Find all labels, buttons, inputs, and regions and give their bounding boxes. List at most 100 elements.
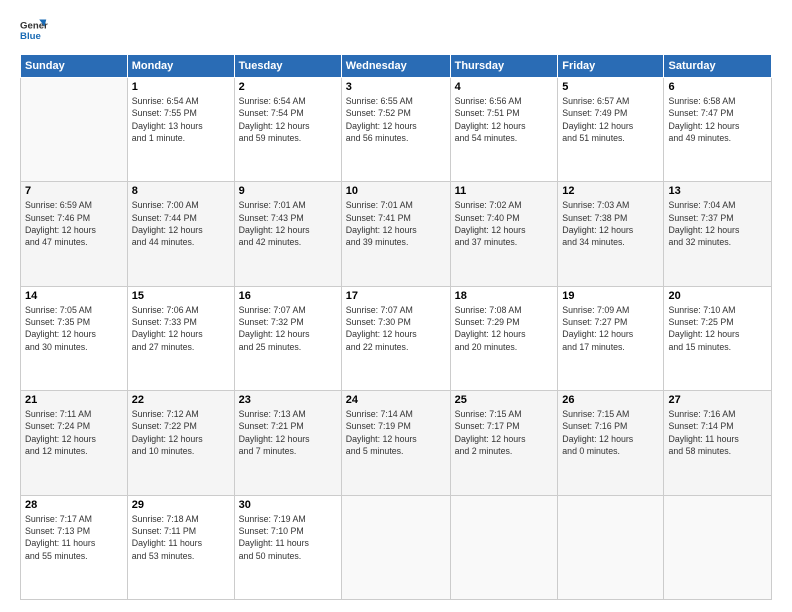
day-cell: 1 Sunrise: 6:54 AMSunset: 7:55 PMDaylight… xyxy=(127,78,234,182)
day-number: 23 xyxy=(239,394,337,406)
day-number: 28 xyxy=(25,499,123,511)
day-info: Sunrise: 7:06 AMSunset: 7:33 PMDaylight:… xyxy=(132,304,230,353)
day-header-thursday: Thursday xyxy=(450,55,558,78)
day-info: Sunrise: 6:56 AMSunset: 7:51 PMDaylight:… xyxy=(455,95,554,144)
day-info: Sunrise: 7:10 AMSunset: 7:25 PMDaylight:… xyxy=(668,304,767,353)
day-info: Sunrise: 7:17 AMSunset: 7:13 PMDaylight:… xyxy=(25,513,123,562)
day-cell: 10 Sunrise: 7:01 AMSunset: 7:41 PMDayligh… xyxy=(341,182,450,286)
day-cell: 8 Sunrise: 7:00 AMSunset: 7:44 PMDaylight… xyxy=(127,182,234,286)
day-number: 15 xyxy=(132,290,230,302)
day-cell: 26 Sunrise: 7:15 AMSunset: 7:16 PMDayligh… xyxy=(558,391,664,495)
logo-icon: General Blue xyxy=(20,16,48,44)
day-cell xyxy=(341,495,450,599)
day-number: 11 xyxy=(455,185,554,197)
day-header-sunday: Sunday xyxy=(21,55,128,78)
day-info: Sunrise: 7:07 AMSunset: 7:32 PMDaylight:… xyxy=(239,304,337,353)
day-cell: 18 Sunrise: 7:08 AMSunset: 7:29 PMDayligh… xyxy=(450,286,558,390)
week-row-1: 1 Sunrise: 6:54 AMSunset: 7:55 PMDaylight… xyxy=(21,78,772,182)
day-info: Sunrise: 7:03 AMSunset: 7:38 PMDaylight:… xyxy=(562,199,659,248)
day-cell: 16 Sunrise: 7:07 AMSunset: 7:32 PMDayligh… xyxy=(234,286,341,390)
day-info: Sunrise: 7:07 AMSunset: 7:30 PMDaylight:… xyxy=(346,304,446,353)
day-number: 18 xyxy=(455,290,554,302)
day-info: Sunrise: 7:01 AMSunset: 7:41 PMDaylight:… xyxy=(346,199,446,248)
day-cell: 11 Sunrise: 7:02 AMSunset: 7:40 PMDayligh… xyxy=(450,182,558,286)
day-info: Sunrise: 7:01 AMSunset: 7:43 PMDaylight:… xyxy=(239,199,337,248)
day-number: 8 xyxy=(132,185,230,197)
day-cell: 27Sunrise: 7:16 AMSunset: 7:14 PMDayligh… xyxy=(664,391,772,495)
day-info: Sunrise: 6:54 AMSunset: 7:55 PMDaylight:… xyxy=(132,95,230,144)
day-cell: 12 Sunrise: 7:03 AMSunset: 7:38 PMDayligh… xyxy=(558,182,664,286)
logo: General Blue xyxy=(20,16,48,44)
day-number: 22 xyxy=(132,394,230,406)
day-info: Sunrise: 7:15 AMSunset: 7:17 PMDaylight:… xyxy=(455,408,554,457)
day-info: Sunrise: 7:08 AMSunset: 7:29 PMDaylight:… xyxy=(455,304,554,353)
day-header-friday: Friday xyxy=(558,55,664,78)
day-info: Sunrise: 7:02 AMSunset: 7:40 PMDaylight:… xyxy=(455,199,554,248)
day-info: Sunrise: 7:09 AMSunset: 7:27 PMDaylight:… xyxy=(562,304,659,353)
page: General Blue SundayMondayTuesdayWednesda… xyxy=(0,0,792,612)
day-header-wednesday: Wednesday xyxy=(341,55,450,78)
day-cell: 13Sunrise: 7:04 AMSunset: 7:37 PMDayligh… xyxy=(664,182,772,286)
day-info: Sunrise: 6:55 AMSunset: 7:52 PMDaylight:… xyxy=(346,95,446,144)
days-header-row: SundayMondayTuesdayWednesdayThursdayFrid… xyxy=(21,55,772,78)
day-info: Sunrise: 7:14 AMSunset: 7:19 PMDaylight:… xyxy=(346,408,446,457)
day-info: Sunrise: 7:11 AMSunset: 7:24 PMDaylight:… xyxy=(25,408,123,457)
week-row-3: 14 Sunrise: 7:05 AMSunset: 7:35 PMDayligh… xyxy=(21,286,772,390)
day-number: 30 xyxy=(239,499,337,511)
day-cell: 24Sunrise: 7:14 AMSunset: 7:19 PMDayligh… xyxy=(341,391,450,495)
day-info: Sunrise: 7:18 AMSunset: 7:11 PMDaylight:… xyxy=(132,513,230,562)
day-info: Sunrise: 7:13 AMSunset: 7:21 PMDaylight:… xyxy=(239,408,337,457)
day-number: 3 xyxy=(346,81,446,93)
day-info: Sunrise: 7:00 AMSunset: 7:44 PMDaylight:… xyxy=(132,199,230,248)
day-cell: 29Sunrise: 7:18 AMSunset: 7:11 PMDayligh… xyxy=(127,495,234,599)
day-number: 17 xyxy=(346,290,446,302)
day-number: 10 xyxy=(346,185,446,197)
day-cell: 21 Sunrise: 7:11 AMSunset: 7:24 PMDayligh… xyxy=(21,391,128,495)
day-number: 20 xyxy=(668,290,767,302)
day-info: Sunrise: 6:57 AMSunset: 7:49 PMDaylight:… xyxy=(562,95,659,144)
day-number: 14 xyxy=(25,290,123,302)
week-row-2: 7 Sunrise: 6:59 AMSunset: 7:46 PMDaylight… xyxy=(21,182,772,286)
day-info: Sunrise: 7:16 AMSunset: 7:14 PMDaylight:… xyxy=(668,408,767,457)
day-cell xyxy=(558,495,664,599)
day-cell: 28 Sunrise: 7:17 AMSunset: 7:13 PMDayligh… xyxy=(21,495,128,599)
day-cell: 23 Sunrise: 7:13 AMSunset: 7:21 PMDayligh… xyxy=(234,391,341,495)
day-cell: 7 Sunrise: 6:59 AMSunset: 7:46 PMDaylight… xyxy=(21,182,128,286)
day-cell: 2 Sunrise: 6:54 AMSunset: 7:54 PMDaylight… xyxy=(234,78,341,182)
day-number: 7 xyxy=(25,185,123,197)
calendar-table: SundayMondayTuesdayWednesdayThursdayFrid… xyxy=(20,54,772,600)
day-cell: 19 Sunrise: 7:09 AMSunset: 7:27 PMDayligh… xyxy=(558,286,664,390)
day-cell xyxy=(450,495,558,599)
day-info: Sunrise: 6:54 AMSunset: 7:54 PMDaylight:… xyxy=(239,95,337,144)
day-cell xyxy=(21,78,128,182)
week-row-4: 21 Sunrise: 7:11 AMSunset: 7:24 PMDayligh… xyxy=(21,391,772,495)
header: General Blue xyxy=(20,16,772,44)
day-info: Sunrise: 7:15 AMSunset: 7:16 PMDaylight:… xyxy=(562,408,659,457)
day-cell xyxy=(664,495,772,599)
day-header-tuesday: Tuesday xyxy=(234,55,341,78)
day-header-monday: Monday xyxy=(127,55,234,78)
day-number: 4 xyxy=(455,81,554,93)
day-info: Sunrise: 7:19 AMSunset: 7:10 PMDaylight:… xyxy=(239,513,337,562)
day-cell: 5Sunrise: 6:57 AMSunset: 7:49 PMDaylight… xyxy=(558,78,664,182)
svg-text:Blue: Blue xyxy=(20,31,41,42)
day-cell: 20 Sunrise: 7:10 AMSunset: 7:25 PMDayligh… xyxy=(664,286,772,390)
day-number: 16 xyxy=(239,290,337,302)
day-number: 19 xyxy=(562,290,659,302)
day-number: 2 xyxy=(239,81,337,93)
day-number: 1 xyxy=(132,81,230,93)
day-cell: 6Sunrise: 6:58 AMSunset: 7:47 PMDaylight… xyxy=(664,78,772,182)
day-cell: 25 Sunrise: 7:15 AMSunset: 7:17 PMDayligh… xyxy=(450,391,558,495)
day-number: 25 xyxy=(455,394,554,406)
day-cell: 4 Sunrise: 6:56 AMSunset: 7:51 PMDaylight… xyxy=(450,78,558,182)
day-number: 21 xyxy=(25,394,123,406)
day-info: Sunrise: 6:59 AMSunset: 7:46 PMDaylight:… xyxy=(25,199,123,248)
day-number: 12 xyxy=(562,185,659,197)
day-number: 26 xyxy=(562,394,659,406)
day-cell: 22 Sunrise: 7:12 AMSunset: 7:22 PMDayligh… xyxy=(127,391,234,495)
day-cell: 14 Sunrise: 7:05 AMSunset: 7:35 PMDayligh… xyxy=(21,286,128,390)
day-info: Sunrise: 7:12 AMSunset: 7:22 PMDaylight:… xyxy=(132,408,230,457)
day-cell: 9Sunrise: 7:01 AMSunset: 7:43 PMDaylight… xyxy=(234,182,341,286)
day-cell: 17 Sunrise: 7:07 AMSunset: 7:30 PMDayligh… xyxy=(341,286,450,390)
day-info: Sunrise: 7:05 AMSunset: 7:35 PMDaylight:… xyxy=(25,304,123,353)
